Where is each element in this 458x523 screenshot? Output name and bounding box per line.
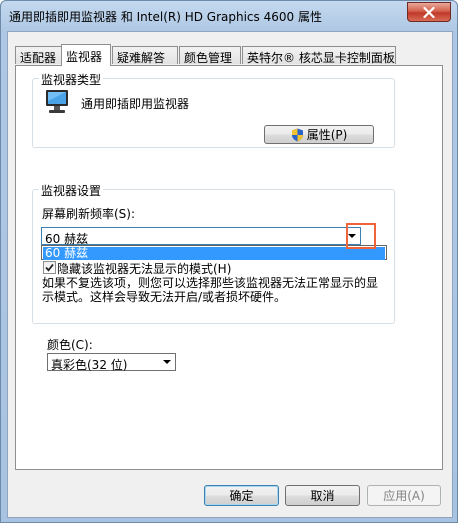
tab-monitor[interactable]: 监视器 (61, 44, 111, 66)
monitor-settings-title: 监视器设置 (39, 182, 104, 199)
tab-label: 适配器 (20, 51, 57, 65)
refresh-rate-dropdown-list: 60 赫兹 (41, 245, 387, 260)
monitor-properties-button[interactable]: 属性(P) (264, 125, 374, 144)
dialog-client-area: 适配器 监视器 疑难解答 颜色管理 英特尔® 核芯显卡控制面板 监视器类型 通用… (7, 31, 453, 518)
colors-value: 真彩色(32 位) (51, 358, 128, 372)
tab-adapter[interactable]: 适配器 (15, 46, 62, 65)
monitor-settings-group: 监视器设置 屏幕刷新频率(S): 60 赫兹 60 赫兹 隐藏该监视器无法显示的… (32, 182, 395, 324)
monitor-type-group: 监视器类型 通用即插即用监视器 属性(P) (32, 71, 395, 148)
chevron-down-icon (162, 360, 171, 364)
tab-color-management[interactable]: 颜色管理 (179, 46, 241, 65)
colors-dropdown-button[interactable] (158, 354, 175, 370)
refresh-rate-label: 屏幕刷新频率(S): (42, 207, 136, 221)
refresh-rate-option[interactable]: 60 赫兹 (43, 247, 385, 260)
properties-window: 通用即插即用监视器 和 Intel(R) HD Graphics 4600 属性… (0, 0, 458, 523)
apply-button[interactable]: 应用(A) (367, 485, 441, 506)
tab-label: 监视器 (66, 50, 103, 64)
hide-modes-label: 隐藏该监视器无法显示的模式(H) (57, 262, 232, 276)
window-title: 通用即插即用监视器 和 Intel(R) HD Graphics 4600 属性 (9, 10, 322, 24)
apply-label: 应用(A) (383, 489, 425, 503)
refresh-rate-dropdown-button[interactable] (343, 228, 360, 244)
close-button[interactable] (407, 2, 451, 22)
tab-label: 英特尔® 核芯显卡控制面板 (247, 51, 395, 65)
tab-label: 疑难解答 (117, 51, 166, 65)
uac-shield-icon (291, 128, 303, 141)
tab-troubleshoot[interactable]: 疑难解答 (112, 46, 178, 65)
close-icon (423, 6, 435, 18)
title-bar[interactable]: 通用即插即用监视器 和 Intel(R) HD Graphics 4600 属性 (1, 1, 457, 31)
checkmark-icon (45, 263, 54, 272)
tab-label: 颜色管理 (184, 51, 233, 65)
chevron-down-icon (347, 234, 356, 238)
cancel-label: 取消 (310, 489, 335, 503)
cancel-button[interactable]: 取消 (285, 485, 360, 506)
monitor-name: 通用即插即用监视器 (81, 97, 190, 111)
monitor-tab-panel: 监视器类型 通用即插即用监视器 属性(P) 监视器设置 屏幕刷新频率(S): 6… (15, 65, 443, 470)
colors-select[interactable]: 真彩色(32 位) (47, 353, 176, 372)
refresh-rate-select[interactable]: 60 赫兹 (41, 227, 361, 246)
hide-modes-description: 如果不复选该项，则您可以选择那些该监视器无法正常显示的显示模式。这样会导致无法开… (42, 276, 379, 304)
properties-button-label: 属性(P) (306, 128, 348, 142)
monitor-icon (46, 90, 68, 113)
hide-modes-checkbox[interactable] (43, 261, 56, 274)
ok-label: 确定 (229, 489, 254, 503)
monitor-type-title: 监视器类型 (39, 71, 104, 88)
colors-label: 颜色(C): (47, 338, 93, 352)
ok-button[interactable]: 确定 (204, 485, 279, 506)
tab-intel-control-panel[interactable]: 英特尔® 核芯显卡控制面板 (242, 46, 396, 65)
